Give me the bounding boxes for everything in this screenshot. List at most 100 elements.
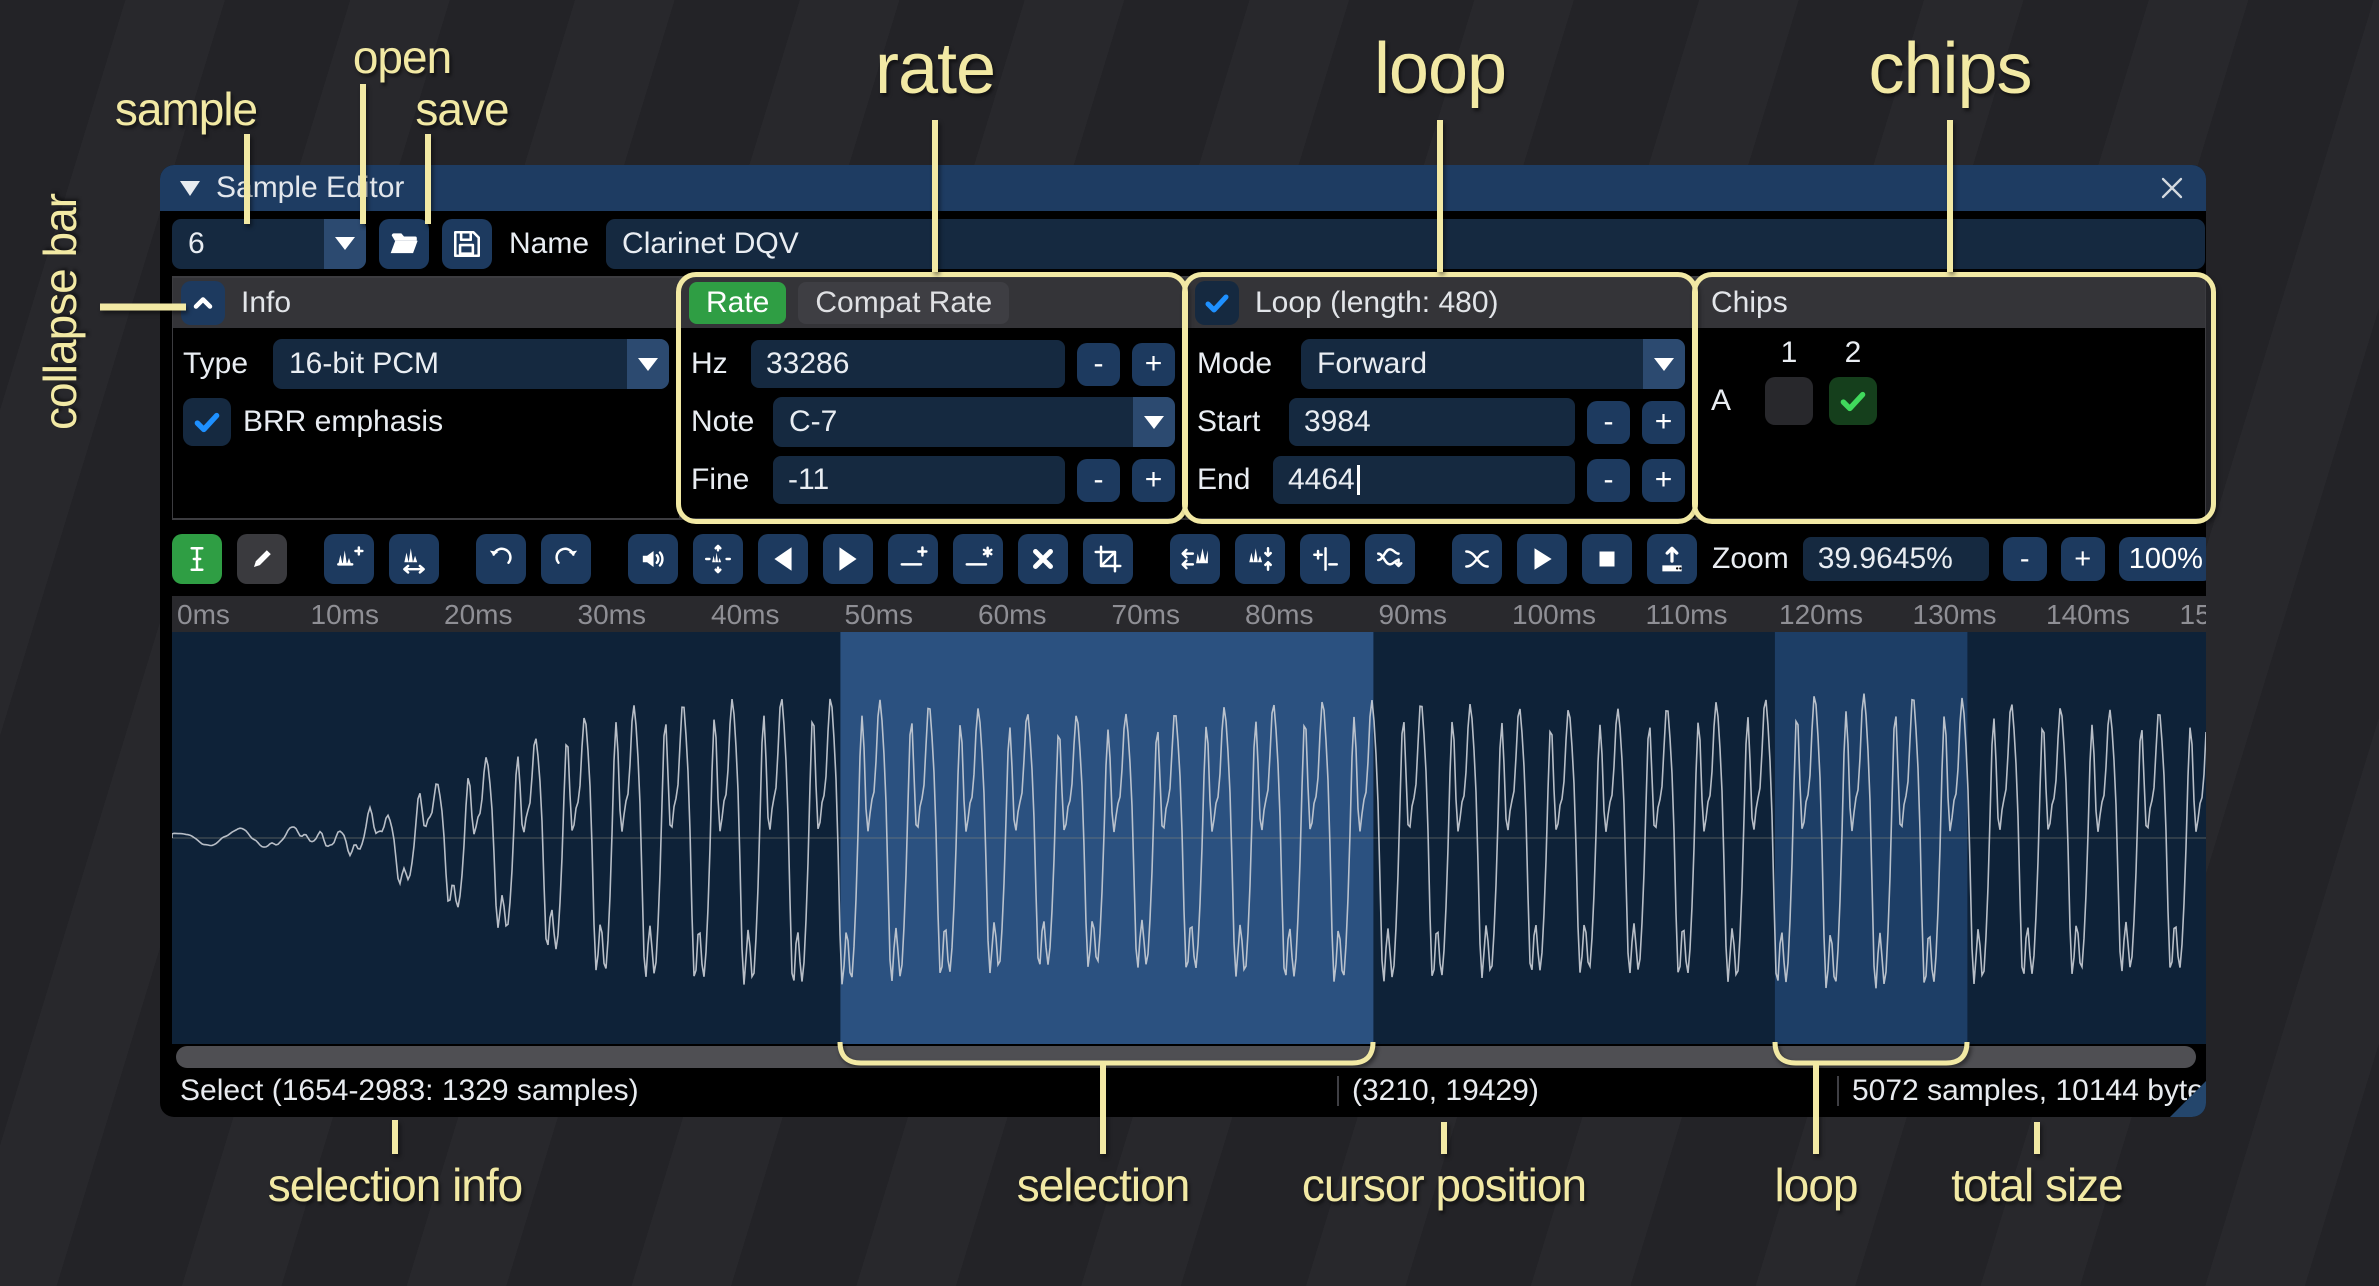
toolbar-trim-button[interactable] [1083,534,1133,584]
window-title: Sample Editor [216,171,404,205]
apply-silence-icon [963,544,993,574]
amplify-icon [638,544,668,574]
zoom-in-button[interactable]: + [2061,537,2105,581]
reverse-icon [1180,544,1210,574]
annotation-selection-info-label: selection info [268,1158,523,1212]
info-panel: Info Type 16-bit PCM [173,278,679,518]
toolbar-create-wavetable-button[interactable] [1647,534,1697,584]
check-icon [192,407,222,437]
chevron-up-icon [189,289,217,317]
toolbar-redo-button[interactable] [541,534,591,584]
annotation-rate-label: rate [875,28,995,110]
stop-preview-icon [1592,544,1622,574]
ruler-label: 120ms [1779,599,1863,631]
toolbar-crossfade-loop-button[interactable] [1452,534,1502,584]
sign-invert-icon [1310,544,1340,574]
brr-emphasis-checkbox[interactable] [183,398,231,446]
toolbar-insert-silence-button[interactable] [888,534,938,584]
toolbar-apply-silence-button[interactable] [953,534,1003,584]
ruler-label: 150ms [2180,599,2207,631]
annotation-sample-label: sample [115,82,257,136]
toolbar-draw-button[interactable] [237,534,287,584]
status-bar: Select (1654-2983: 1329 samples) (3210, … [160,1068,2206,1117]
name-input[interactable]: Clarinet DQV [606,219,2205,269]
sample-number: 6 [172,227,324,261]
ruler-label: 30ms [578,599,646,631]
toolbar-select-button[interactable] [172,534,222,584]
ruler-label: 80ms [1245,599,1313,631]
toolbar-preview-button[interactable] [1517,534,1567,584]
undo-icon [486,544,516,574]
create-wavetable-icon [1657,544,1687,574]
toolbar-resize-button[interactable] [324,534,374,584]
toolbar-normalize-button[interactable] [693,534,743,584]
annotation-chips-label: chips [1868,28,2031,110]
save-sample-button[interactable] [442,219,492,269]
window-resize-grip[interactable] [2170,1081,2206,1117]
invert-icon [1245,544,1275,574]
floppy-save-icon [451,228,483,260]
annotation-loop-outline [1182,272,1698,524]
ruler-label: 50ms [845,599,913,631]
normalize-icon [703,544,733,574]
toolbar-delete-button[interactable] [1018,534,1068,584]
zoom-value-field[interactable]: 39.9645% [1803,537,1989,581]
zoom-value: 39.9645% [1818,542,1953,576]
ruler-label: 40ms [711,599,779,631]
delete-icon [1028,544,1058,574]
type-value: 16-bit PCM [273,347,627,381]
zoom-label: Zoom [1712,542,1789,576]
ruler-label: 130ms [1913,599,1997,631]
open-sample-button[interactable] [379,219,429,269]
draw-icon [247,544,277,574]
toolbar-invert-button[interactable] [1235,534,1285,584]
type-label: Type [183,347,261,381]
name-label: Name [509,227,589,261]
toolbar-fade-out-button[interactable] [823,534,873,584]
close-icon[interactable] [2158,174,2186,202]
annotation-total-size-label: total size [1951,1158,2123,1212]
sample-selector[interactable]: 6 [172,219,366,269]
scrollbar-thumb[interactable] [176,1046,2196,1068]
toolbar-fade-in-button[interactable] [758,534,808,584]
zoom-out-button[interactable]: - [2003,537,2047,581]
status-divider [1837,1076,1839,1106]
name-value: Clarinet DQV [622,227,799,261]
sample-row: 6 Name Clarinet DQV [160,211,2206,276]
toolbar-filter-button[interactable] [1365,534,1415,584]
annotation-cursor-position-label: cursor position [1302,1158,1586,1212]
toolbar-stop-preview-button[interactable] [1582,534,1632,584]
toolbar-sign-invert-button[interactable] [1300,534,1350,584]
zoom-reset-button[interactable]: 100% [2119,537,2206,581]
redo-icon [551,544,581,574]
waveform-display[interactable] [172,632,2206,1044]
toolbar-undo-button[interactable] [476,534,526,584]
folder-open-icon [388,228,420,260]
toolbar-resample-button[interactable] [389,534,439,584]
status-cursor-position: (3210, 19429) [1352,1068,1539,1114]
resize-icon [334,544,364,574]
ruler-label: 100ms [1512,599,1596,631]
ruler-label: 110ms [1646,599,1728,631]
type-selector[interactable]: 16-bit PCM [273,339,669,389]
waveform-scrollbar[interactable] [176,1046,2196,1068]
annotation-loop-label: loop [1374,28,1506,110]
brr-emphasis-label: BRR emphasis [243,405,443,439]
crossfade-loop-icon [1462,544,1492,574]
filter-icon [1375,544,1405,574]
collapse-bar-button[interactable] [181,281,225,325]
titlebar[interactable]: Sample Editor [160,165,2206,211]
window-collapse-icon[interactable] [180,181,200,196]
chevron-down-icon [324,219,366,269]
ruler-label: 0ms [177,599,230,631]
page-background: Sample Editor 6 [0,0,2379,1286]
trim-icon [1093,544,1123,574]
status-divider [1337,1076,1339,1106]
resample-icon [399,544,429,574]
toolbar-reverse-button[interactable] [1170,534,1220,584]
annotation-collapse-bar-label: collapse bar [33,194,87,430]
status-total-size: 5072 samples, 10144 bytes [1852,1068,2206,1114]
toolbar-amplify-button[interactable] [628,534,678,584]
timeline-ruler[interactable]: 0ms10ms20ms30ms40ms50ms60ms70ms80ms90ms1… [172,596,2206,632]
annotation-chips-outline [1692,272,2216,524]
